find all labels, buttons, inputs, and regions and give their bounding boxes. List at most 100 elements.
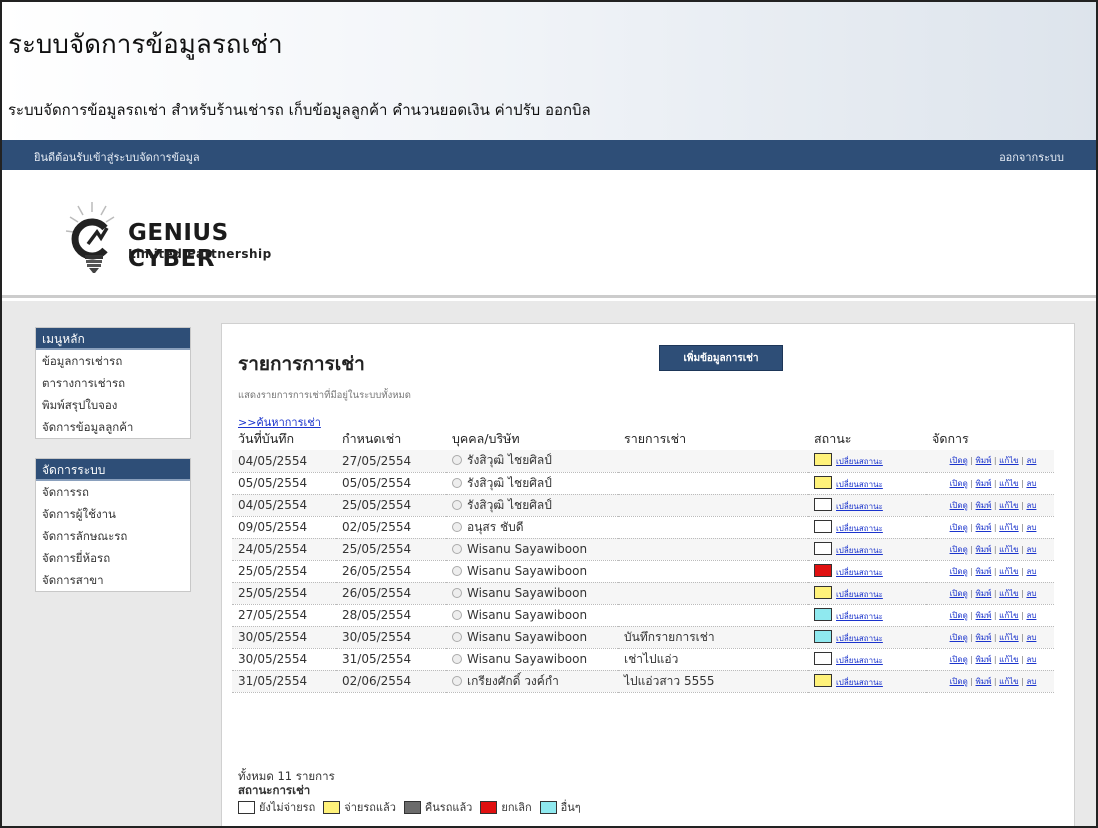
table-header-row: วันที่บันทึก กำหนดเช่า บุคคล/บริษัท รายก… [232, 428, 1054, 450]
person-icon [452, 588, 462, 598]
status-swatch-icon [814, 673, 832, 687]
view-link[interactable]: เปิดดู [950, 479, 968, 488]
delete-link[interactable]: ลบ [1026, 456, 1036, 465]
view-link[interactable]: เปิดดู [950, 655, 968, 664]
delete-link[interactable]: ลบ [1026, 523, 1036, 532]
cell-due-date: 02/05/2554 [336, 516, 446, 539]
view-link[interactable]: เปิดดู [950, 677, 968, 686]
edit-link[interactable]: แก้ไข [999, 501, 1019, 510]
cell-record-date: 27/05/2554 [232, 604, 336, 627]
change-status-link[interactable]: เปลี่ยนสถานะ [836, 656, 883, 665]
cell-record-date: 25/05/2554 [232, 560, 336, 583]
welcome-message: ยินดีต้อนรับเข้าสู่ระบบจัดการข้อมูล [34, 151, 200, 164]
status-swatch-icon [814, 585, 832, 599]
edit-link[interactable]: แก้ไข [999, 456, 1019, 465]
menu-item-rental-schedule[interactable]: ตารางการเช่ารถ [36, 372, 190, 394]
person-icon [452, 675, 462, 686]
edit-link[interactable]: แก้ไข [999, 545, 1019, 554]
print-link[interactable]: พิมพ์ [976, 633, 992, 642]
print-link[interactable]: พิมพ์ [976, 479, 992, 488]
delete-link[interactable]: ลบ [1026, 633, 1036, 642]
view-link[interactable]: เปิดดู [950, 501, 968, 510]
menu-item-manage-cars[interactable]: จัดการรถ [36, 481, 190, 503]
cell-manage-actions: เปิดดู | พิมพ์ | แก้ไข | ลบ [926, 604, 1054, 627]
person-name: Wisanu Sayawiboon [467, 586, 588, 600]
delete-link[interactable]: ลบ [1026, 677, 1036, 686]
cell-person: Wisanu Sayawiboon [446, 604, 618, 627]
cell-person: Wisanu Sayawiboon [446, 538, 618, 561]
status-swatch-icon [814, 629, 832, 643]
delete-link[interactable]: ลบ [1026, 545, 1036, 554]
view-link[interactable]: เปิดดู [950, 611, 968, 620]
view-link[interactable]: เปิดดู [950, 589, 968, 598]
edit-link[interactable]: แก้ไข [999, 633, 1019, 642]
legend-swatch-icon [480, 800, 498, 814]
delete-link[interactable]: ลบ [1026, 479, 1036, 488]
change-status-link[interactable]: เปลี่ยนสถานะ [836, 612, 883, 621]
print-link[interactable]: พิมพ์ [976, 589, 992, 598]
print-link[interactable]: พิมพ์ [976, 501, 992, 510]
person-icon [452, 477, 462, 488]
menu-item-manage-customers[interactable]: จัดการข้อมูลลูกค้า [36, 416, 190, 438]
view-link[interactable]: เปิดดู [950, 633, 968, 642]
person-name: อนุสร ชับดี [467, 519, 524, 534]
print-link[interactable]: พิมพ์ [976, 456, 992, 465]
change-status-link[interactable]: เปลี่ยนสถานะ [836, 678, 883, 687]
delete-link[interactable]: ลบ [1026, 611, 1036, 620]
change-status-link[interactable]: เปลี่ยนสถานะ [836, 590, 883, 599]
edit-link[interactable]: แก้ไข [999, 479, 1019, 488]
delete-link[interactable]: ลบ [1026, 501, 1036, 510]
logout-link[interactable]: ออกจากระบบ [999, 148, 1064, 166]
change-status-link[interactable]: เปลี่ยนสถานะ [836, 480, 883, 489]
status-legend: ยังไม่จ่ายรถ จ่ายรถแล้ว คืนรถแล้ว ยกเลิก อื่… [238, 798, 589, 816]
cell-record-date: 24/05/2554 [232, 538, 336, 561]
view-link[interactable]: เปิดดู [950, 567, 968, 576]
menu-item-manage-car-brands[interactable]: จัดการยี่ห้อรถ [36, 547, 190, 569]
delete-link[interactable]: ลบ [1026, 655, 1036, 664]
delete-link[interactable]: ลบ [1026, 567, 1036, 576]
person-name: Wisanu Sayawiboon [467, 608, 588, 622]
cell-record-date: 04/05/2554 [232, 450, 336, 473]
sidebar: เมนูหลัก ข้อมูลการเช่ารถ ตารางการเช่ารถ … [35, 327, 191, 611]
print-link[interactable]: พิมพ์ [976, 523, 992, 532]
menu-item-print-booking-summary[interactable]: พิมพ์สรุปใบจอง [36, 394, 190, 416]
print-link[interactable]: พิมพ์ [976, 611, 992, 620]
edit-link[interactable]: แก้ไข [999, 567, 1019, 576]
view-link[interactable]: เปิดดู [950, 456, 968, 465]
cell-status: เปลี่ยนสถานะ [808, 582, 926, 605]
change-status-link[interactable]: เปลี่ยนสถานะ [836, 502, 883, 511]
edit-link[interactable]: แก้ไข [999, 611, 1019, 620]
change-status-link[interactable]: เปลี่ยนสถานะ [836, 524, 883, 533]
add-rental-button[interactable]: เพิ่มข้อมูลการเช่า [659, 345, 783, 371]
cell-due-date: 31/05/2554 [336, 648, 446, 671]
print-link[interactable]: พิมพ์ [976, 567, 992, 576]
print-link[interactable]: พิมพ์ [976, 545, 992, 554]
menu-item-rental-data[interactable]: ข้อมูลการเช่ารถ [36, 350, 190, 372]
col-header-rental-item: รายการเช่า [624, 431, 687, 446]
change-status-link[interactable]: เปลี่ยนสถานะ [836, 568, 883, 577]
person-name: รังสิวุฒิ ไชยศิลป์ [467, 497, 552, 512]
delete-link[interactable]: ลบ [1026, 589, 1036, 598]
change-status-link[interactable]: เปลี่ยนสถานะ [836, 634, 883, 643]
edit-link[interactable]: แก้ไข [999, 655, 1019, 664]
person-icon [452, 566, 462, 576]
view-link[interactable]: เปิดดู [950, 523, 968, 532]
menu-item-manage-branches[interactable]: จัดการสาขา [36, 569, 190, 591]
page-title: รายการการเช่า [238, 353, 365, 375]
edit-link[interactable]: แก้ไข [999, 589, 1019, 598]
cell-rental-item [618, 450, 808, 473]
cell-due-date: 25/05/2554 [336, 538, 446, 561]
menu-item-manage-users[interactable]: จัดการผู้ใช้งาน [36, 503, 190, 525]
view-link[interactable]: เปิดดู [950, 545, 968, 554]
edit-link[interactable]: แก้ไข [999, 677, 1019, 686]
cell-person: เกรียงศักดิ์ วงค์กำ [446, 670, 618, 693]
change-status-link[interactable]: เปลี่ยนสถานะ [836, 546, 883, 555]
print-link[interactable]: พิมพ์ [976, 677, 992, 686]
print-link[interactable]: พิมพ์ [976, 655, 992, 664]
menu-item-manage-car-types[interactable]: จัดการลักษณะรถ [36, 525, 190, 547]
person-name: รังสิวุฒิ ไชยศิลป์ [467, 475, 552, 490]
legend-label: ยังไม่จ่ายรถ [259, 801, 316, 814]
edit-link[interactable]: แก้ไข [999, 523, 1019, 532]
cell-rental-item [618, 582, 808, 605]
change-status-link[interactable]: เปลี่ยนสถานะ [836, 457, 883, 466]
